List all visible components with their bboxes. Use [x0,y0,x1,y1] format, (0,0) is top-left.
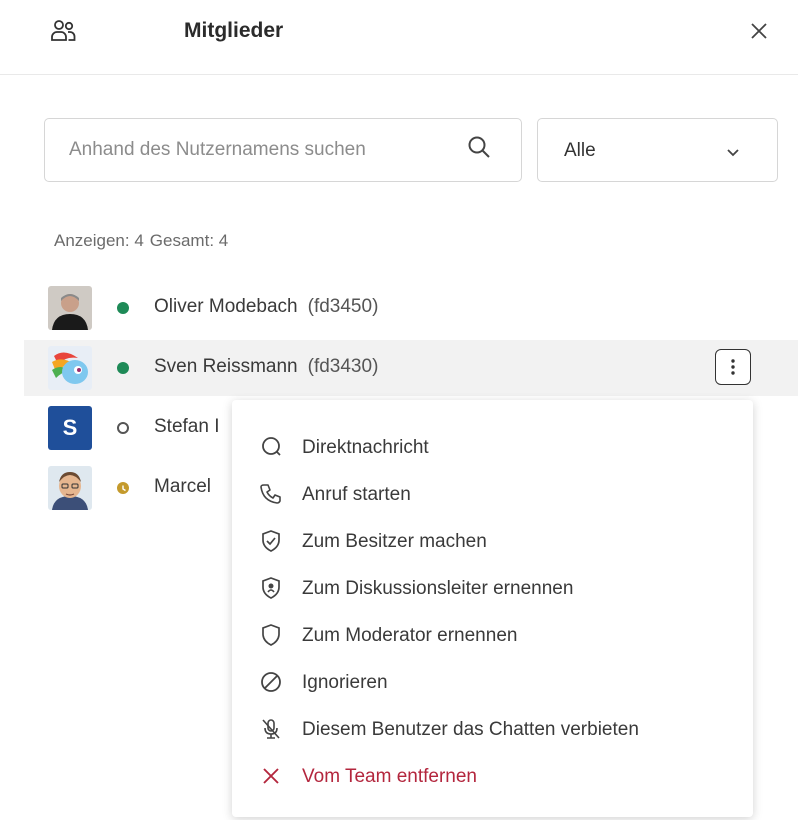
member-name: Oliver Modebach (fd3450) [154,296,378,318]
menu-item-label: Diesem Benutzer das Chatten verbieten [302,719,639,740]
menu-item-label: Anruf starten [302,484,411,505]
member-display-name: Marcel [154,476,212,497]
menu-item-label: Zum Moderator ernennen [302,625,518,646]
status-online-dot [117,302,129,314]
member-name: Sven Reissmann (fd3430) [154,356,378,378]
mic-off-icon [262,719,280,739]
panel-title: Mitglieder [184,19,284,42]
menu-item-label: Zum Diskussionsleiter ernennen [302,578,574,599]
shield-check-icon [262,530,280,552]
phone-icon [260,484,281,504]
chat-bubble-icon [262,437,281,456]
filter-select[interactable]: Alle [537,118,778,182]
menu-item-ban-chat[interactable]: Diesem Benutzer das Chatten verbieten [232,709,753,749]
avatar [48,346,92,390]
letter-avatar: S [48,406,92,450]
filter-selected-value: Alle [564,140,596,161]
menu-item-label: Zum Besitzer machen [302,531,487,552]
avatar [48,466,92,510]
member-options-button[interactable] [715,349,751,385]
menu-item-make-discussion-leader[interactable]: Zum Diskussionsleiter ernennen [232,568,753,608]
menu-item-ignore[interactable]: Ignorieren [232,662,753,702]
panel-header: Mitglieder [0,0,798,75]
avatar [48,286,92,330]
menu-item-label: Direktnachricht [302,437,429,458]
status-away-icon [117,482,129,494]
member-row-sven[interactable]: Sven Reissmann (fd3430) [24,340,798,396]
block-icon [261,672,281,692]
avatar-initial: S [62,415,78,440]
menu-item-start-call[interactable]: Anruf starten [232,474,753,514]
menu-item-make-moderator[interactable]: Zum Moderator ernennen [232,615,753,655]
x-icon [263,768,279,784]
menu-item-make-owner[interactable]: Zum Besitzer machen [232,521,753,561]
search-icon[interactable] [466,134,492,160]
search-box [44,118,522,182]
member-display-name: Stefan I [154,416,220,437]
menu-item-remove-from-team[interactable]: Vom Team entfernen [232,756,753,796]
close-icon [751,23,767,39]
status-offline-dot [117,422,129,434]
member-count: Anzeigen: 4 Gesamt: 4 [54,231,234,251]
status-online-dot [117,362,129,374]
member-display-name: Oliver Modebach [154,296,298,317]
shield-lock-icon [262,577,280,599]
menu-item-direct-message[interactable]: Direktnachricht [232,427,753,467]
member-name: Marcel [154,476,211,498]
shown-count: Anzeigen: 4 [54,231,144,250]
member-user-id: (fd3430) [307,356,379,377]
shield-icon [262,624,280,646]
total-count: Gesamt: 4 [149,231,229,250]
member-user-id: (fd3450) [307,296,379,317]
people-icon [51,20,76,41]
menu-item-label: Ignorieren [302,672,388,693]
search-input[interactable] [69,135,459,165]
close-button[interactable] [744,16,774,46]
more-vertical-icon [731,359,735,375]
member-display-name: Sven Reissmann [154,356,298,377]
member-row-oliver[interactable]: Oliver Modebach (fd3450) [24,280,798,336]
member-name: Stefan I [154,416,220,438]
member-context-menu: Direktnachricht Anruf starten Zum Besitz… [232,400,753,817]
menu-item-label: Vom Team entfernen [302,766,477,787]
chevron-down-icon [727,149,739,157]
